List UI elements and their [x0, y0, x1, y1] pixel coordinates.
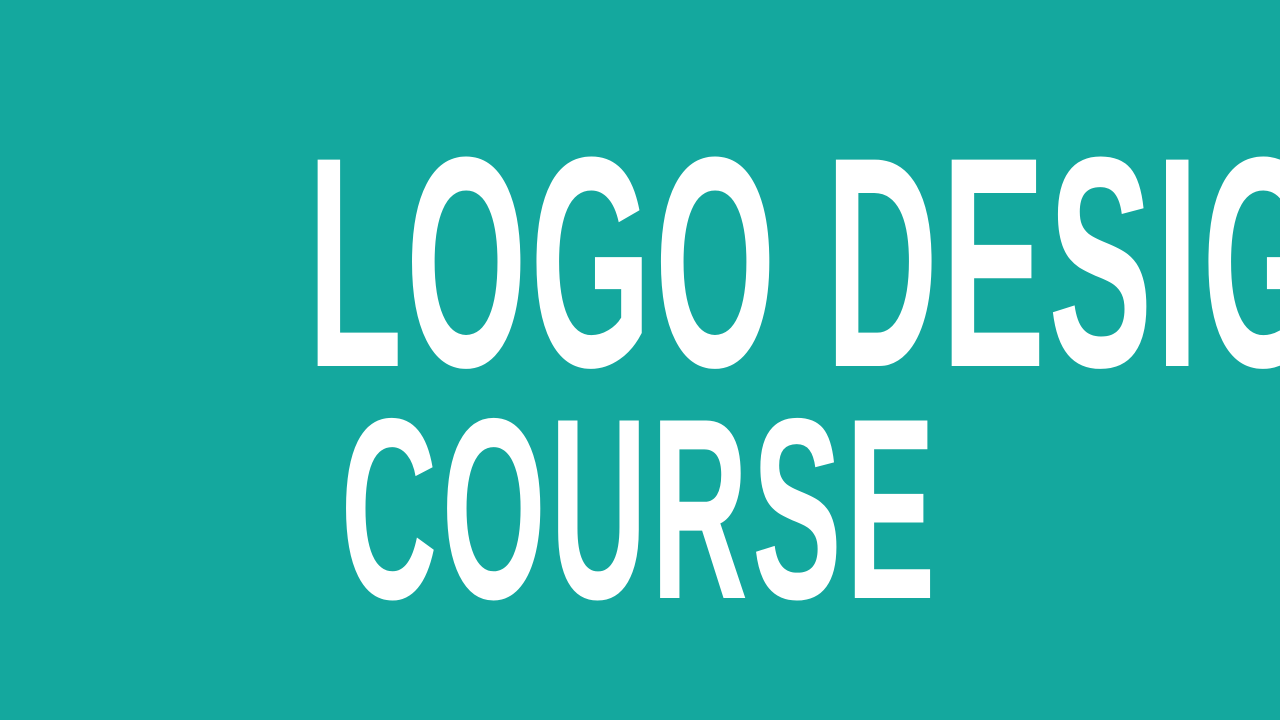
course-title: LOGO DESIGN COURSE — [0, 0, 1280, 720]
title-card: LOGO DESIGN COURSE — [0, 0, 1280, 720]
title-line-course: COURSE — [340, 364, 940, 653]
